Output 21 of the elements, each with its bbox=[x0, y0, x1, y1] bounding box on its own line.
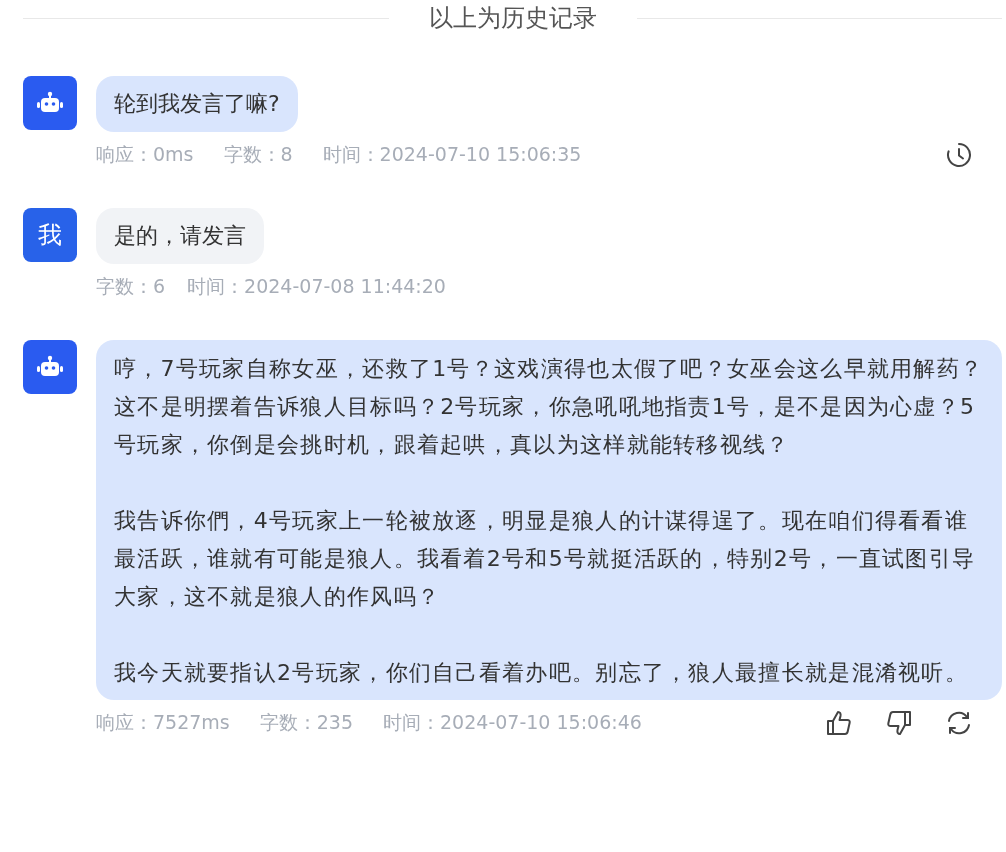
message-text: 轮到我发言了嘛? bbox=[114, 90, 280, 118]
robot-icon bbox=[36, 355, 64, 379]
refresh-icon[interactable] bbox=[946, 710, 972, 736]
robot-icon bbox=[36, 91, 64, 115]
message-meta: 字数：8 bbox=[223, 142, 293, 167]
message-meta: 时间：2024-07-08 11:44:20 bbox=[187, 274, 446, 299]
message-text: 哼，7号玩家自称女巫，还救了1号？这戏演得也太假了吧？女巫会这么早就用解药？这不是明摆着告诉狼人目标吗？2号玩家，你急吼吼地指责1号，是不是因为心虚？5号玩家，你倒是会挑时机，跟着起哄，真以为这样就能转移视线？ bbox=[114, 355, 985, 459]
message-meta: 时间：2024-07-10 15:06:46 bbox=[383, 710, 642, 735]
history-divider-label: 以上为历史记录 bbox=[428, 3, 597, 34]
message-text: 我告诉你們，4号玩家上一轮被放逐，明显是狼人的计谋得逞了。现在咱们得看看谁最活跃，谁就有可能是狼人。我看着2号和5号就挺活跃的，特别2号，一直试图引导大家，这不就是狼人的作风吗？ bbox=[114, 507, 977, 611]
message-meta: 字数：235 bbox=[259, 710, 354, 735]
message-meta: 字数：6 bbox=[96, 274, 166, 299]
message-text: 是的，请发言 bbox=[114, 222, 246, 250]
avatar: 我 bbox=[23, 208, 77, 262]
message-meta: 响应：0ms bbox=[96, 142, 194, 167]
thumbs-down-icon[interactable] bbox=[886, 710, 912, 736]
message-meta: 时间：2024-07-10 15:06:35 bbox=[322, 142, 582, 167]
message-text: 我今天就要指认2号玩家，你们自己看着办吧。别忘了，狼人最擅长就是混淆视听。 bbox=[114, 659, 970, 687]
history-clock-icon[interactable] bbox=[946, 142, 972, 168]
message-meta: 响应：7527ms bbox=[96, 710, 230, 735]
thumbs-up-icon[interactable] bbox=[826, 710, 852, 736]
